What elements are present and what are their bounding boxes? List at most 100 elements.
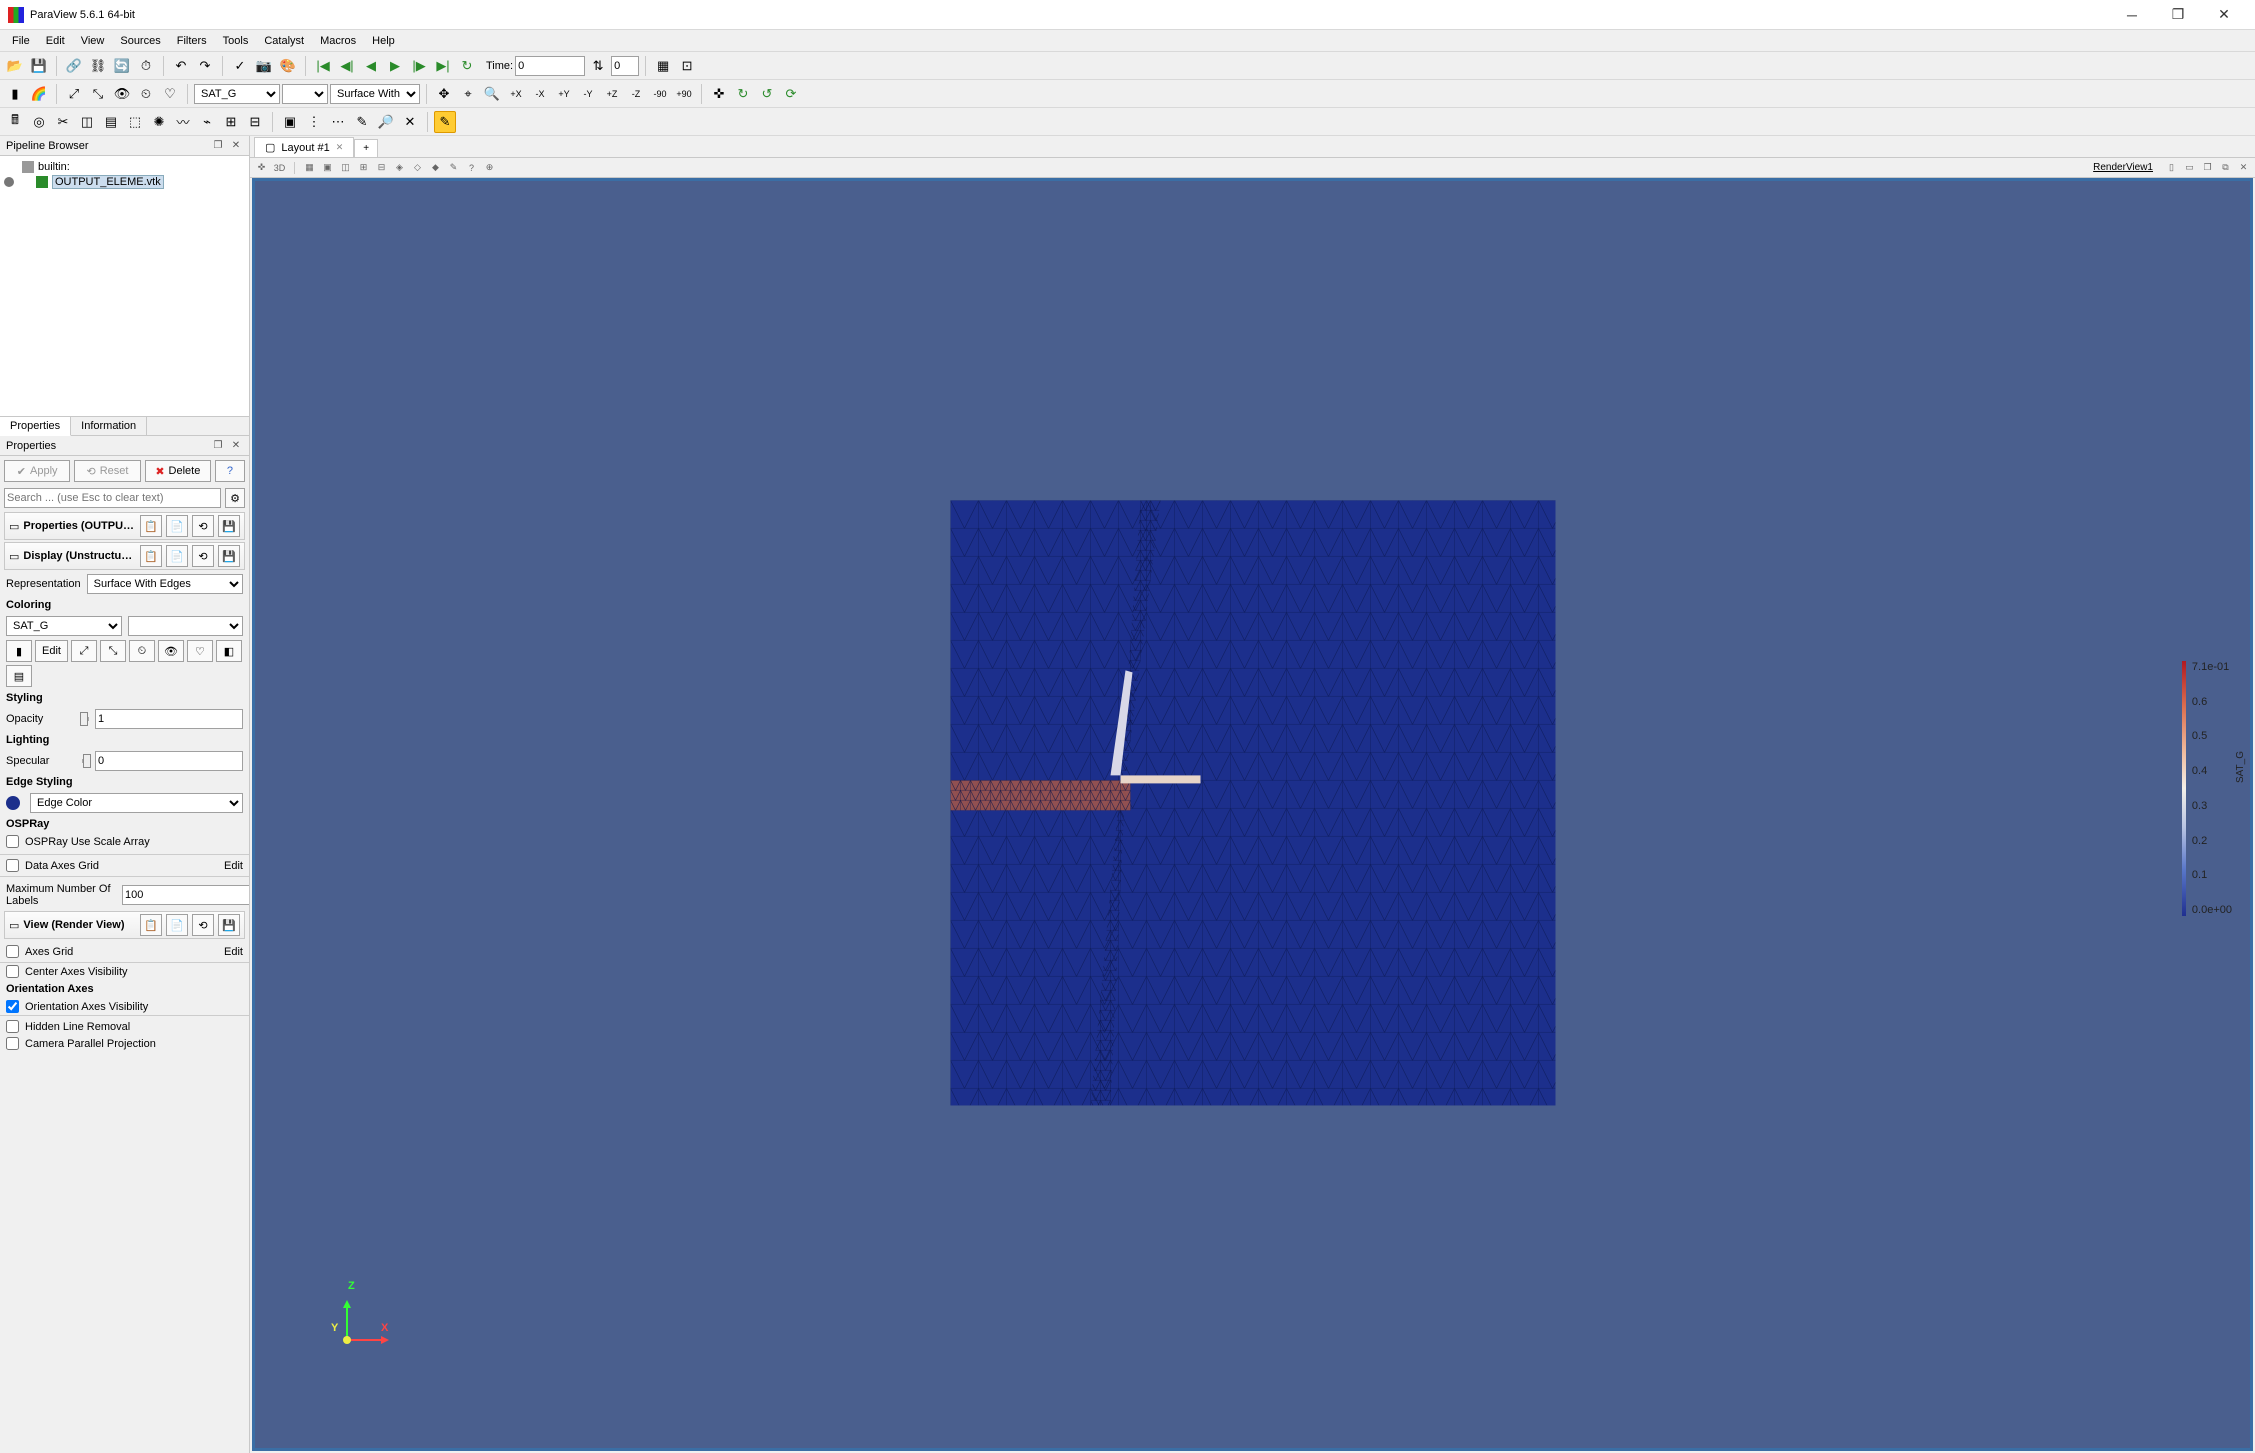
props-close-icon[interactable]: ✕ xyxy=(229,439,243,453)
render-tool-6-icon[interactable]: ◈ xyxy=(392,160,407,175)
axes-grid-checkbox[interactable] xyxy=(6,945,19,958)
orientation-vis-checkbox[interactable] xyxy=(6,1000,19,1013)
undo-icon[interactable]: ↶ xyxy=(170,55,192,77)
rotate-ccw-icon[interactable]: ↺ xyxy=(756,83,778,105)
play-icon[interactable]: ▶ xyxy=(384,55,406,77)
axes-grid-edit-button[interactable]: Edit xyxy=(224,946,243,958)
maximize-view-icon[interactable]: ❐ xyxy=(2200,160,2215,175)
rotate-cw-icon[interactable]: ↻ xyxy=(732,83,754,105)
dock-close-icon[interactable]: ✕ xyxy=(229,139,243,153)
save-data-icon[interactable]: 💾 xyxy=(28,55,50,77)
select-cells-icon[interactable]: ▦ xyxy=(652,55,674,77)
time-index-input[interactable] xyxy=(611,56,639,76)
rescale-custom-button[interactable]: ⤡ xyxy=(100,640,126,662)
section-display[interactable]: ▭Display (UnstructuredGridRepresentation… xyxy=(4,542,245,570)
edge-color-select[interactable]: Edge Color xyxy=(30,793,243,813)
zoom-to-box-icon[interactable]: 🔍 xyxy=(481,83,503,105)
3d-tool-icon[interactable]: 3D xyxy=(272,160,287,175)
camera-parallel-checkbox[interactable] xyxy=(6,1037,19,1050)
menu-help[interactable]: Help xyxy=(366,33,401,49)
maximize-button[interactable]: ❐ xyxy=(2155,0,2201,30)
rescale-visible-icon[interactable]: 👁 xyxy=(111,83,133,105)
paste-view-icon[interactable]: 📄 xyxy=(166,914,188,936)
specular-input[interactable] xyxy=(95,751,243,771)
set-view-y-plus-icon[interactable]: +Y xyxy=(553,83,575,105)
paste-props-icon[interactable]: 📄 xyxy=(166,515,188,537)
render-tool-9-icon[interactable]: ✎ xyxy=(446,160,461,175)
menu-filters[interactable]: Filters xyxy=(171,33,213,49)
extract-level-icon[interactable]: ⊟ xyxy=(244,111,266,133)
render-tool-2-icon[interactable]: ▣ xyxy=(320,160,335,175)
time-spin-icon[interactable]: ⇅ xyxy=(587,55,609,77)
reload-icon[interactable]: 🔄 xyxy=(111,55,133,77)
opacity-input[interactable] xyxy=(95,709,243,729)
select-points-icon[interactable]: ⊡ xyxy=(676,55,698,77)
timer-icon[interactable]: ⏱ xyxy=(135,55,157,77)
clip-icon[interactable]: ✂ xyxy=(52,111,74,133)
pipeline-root[interactable]: builtin: xyxy=(4,160,245,174)
layout-tab-1[interactable]: ▢Layout #1✕ xyxy=(254,137,354,157)
opacity-slider[interactable] xyxy=(82,717,89,721)
connect-icon[interactable]: 🔗 xyxy=(63,55,85,77)
representation-select[interactable]: Surface With Edges xyxy=(330,84,420,104)
show-colorbar-button[interactable]: ▮ xyxy=(6,640,32,662)
representation-field[interactable]: Surface With Edges xyxy=(87,574,243,594)
pick-center-tool-icon[interactable]: ✜ xyxy=(254,160,269,175)
step-forward-icon[interactable]: |▶ xyxy=(408,55,430,77)
close-view-icon[interactable]: ✕ xyxy=(2236,160,2251,175)
copy-view-icon[interactable]: 📋 xyxy=(140,914,162,936)
active-array-select[interactable]: SAT_G xyxy=(194,84,280,104)
rescale-time-icon[interactable]: ⏲ xyxy=(135,83,157,105)
close-layout-icon[interactable]: ✕ xyxy=(336,142,344,153)
menu-view[interactable]: View xyxy=(75,33,111,49)
paste-display-icon[interactable]: 📄 xyxy=(166,545,188,567)
play-reverse-icon[interactable]: ◀ xyxy=(360,55,382,77)
selection-display-icon[interactable]: ▣ xyxy=(279,111,301,133)
show-colorbar-icon[interactable]: ▮ xyxy=(4,83,26,105)
menu-sources[interactable]: Sources xyxy=(114,33,166,49)
apply-icon[interactable]: ✓ xyxy=(229,55,251,77)
use-log-scale-button[interactable]: ▤ xyxy=(6,665,32,687)
copy-props-icon[interactable]: 📋 xyxy=(140,515,162,537)
clear-selection-icon[interactable]: ✕ xyxy=(399,111,421,133)
reset-display-icon[interactable]: ⟲ xyxy=(192,545,214,567)
set-view-z-minus-icon[interactable]: -Z xyxy=(625,83,647,105)
edge-color-swatch[interactable] xyxy=(6,796,20,810)
hover-cells-icon[interactable]: ⋯ xyxy=(327,111,349,133)
render-tool-3-icon[interactable]: ◫ xyxy=(338,160,353,175)
set-view-x-minus-icon[interactable]: -X xyxy=(529,83,551,105)
glyph-icon[interactable]: ✺ xyxy=(148,111,170,133)
extract-icon[interactable]: ⬚ xyxy=(124,111,146,133)
loop-icon[interactable]: ↻ xyxy=(456,55,478,77)
rescale-custom-icon[interactable]: ⤡ xyxy=(87,83,109,105)
data-axes-grid-checkbox[interactable] xyxy=(6,859,19,872)
ospray-scale-checkbox[interactable] xyxy=(6,835,19,848)
properties-panel[interactable]: ✔Apply ⟲Reset ✖Delete ? ⚙ ▭Properties (O… xyxy=(0,456,249,1453)
save-props-icon[interactable]: 💾 xyxy=(218,515,240,537)
rescale-range-button[interactable]: ⤢ xyxy=(71,640,97,662)
screenshot-icon[interactable]: 📷 xyxy=(253,55,275,77)
contour-icon[interactable]: ◎ xyxy=(28,111,50,133)
find-data-icon[interactable]: 🔎 xyxy=(375,111,397,133)
pipeline-item[interactable]: OUTPUT_ELEME.vtk xyxy=(4,174,245,190)
reset-camera-icon[interactable]: ✥ xyxy=(433,83,455,105)
reset-view-icon[interactable]: ⟲ xyxy=(192,914,214,936)
help-button[interactable]: ? xyxy=(215,460,245,482)
open-file-icon[interactable]: 📂 xyxy=(4,55,26,77)
menu-tools[interactable]: Tools xyxy=(217,33,255,49)
coloring-array-select[interactable]: SAT_G xyxy=(6,616,122,636)
data-axes-edit-button[interactable]: Edit xyxy=(224,860,243,872)
reset-button[interactable]: ⟲Reset xyxy=(74,460,140,482)
restore-view-icon[interactable]: ⧉ xyxy=(2218,160,2233,175)
stream-tracer-icon[interactable]: 〰 xyxy=(172,111,194,133)
add-layout-button[interactable]: + xyxy=(354,139,378,157)
section-view[interactable]: ▭View (Render View) 📋 📄 ⟲ 💾 xyxy=(4,911,245,939)
render-view[interactable]: Z Y X 7.1e-01 0.6 0.5 0.4 0.3 0.2 0.1 0.… xyxy=(252,178,2253,1451)
tab-properties[interactable]: Properties xyxy=(0,417,71,436)
pick-center-icon[interactable]: ✜ xyxy=(708,83,730,105)
slice-icon[interactable]: ◫ xyxy=(76,111,98,133)
rescale-temporal-button[interactable]: ⏲ xyxy=(129,640,155,662)
apply-button[interactable]: ✔Apply xyxy=(4,460,70,482)
disconnect-icon[interactable]: ⛓ xyxy=(87,55,109,77)
set-view-x-plus-icon[interactable]: +X xyxy=(505,83,527,105)
